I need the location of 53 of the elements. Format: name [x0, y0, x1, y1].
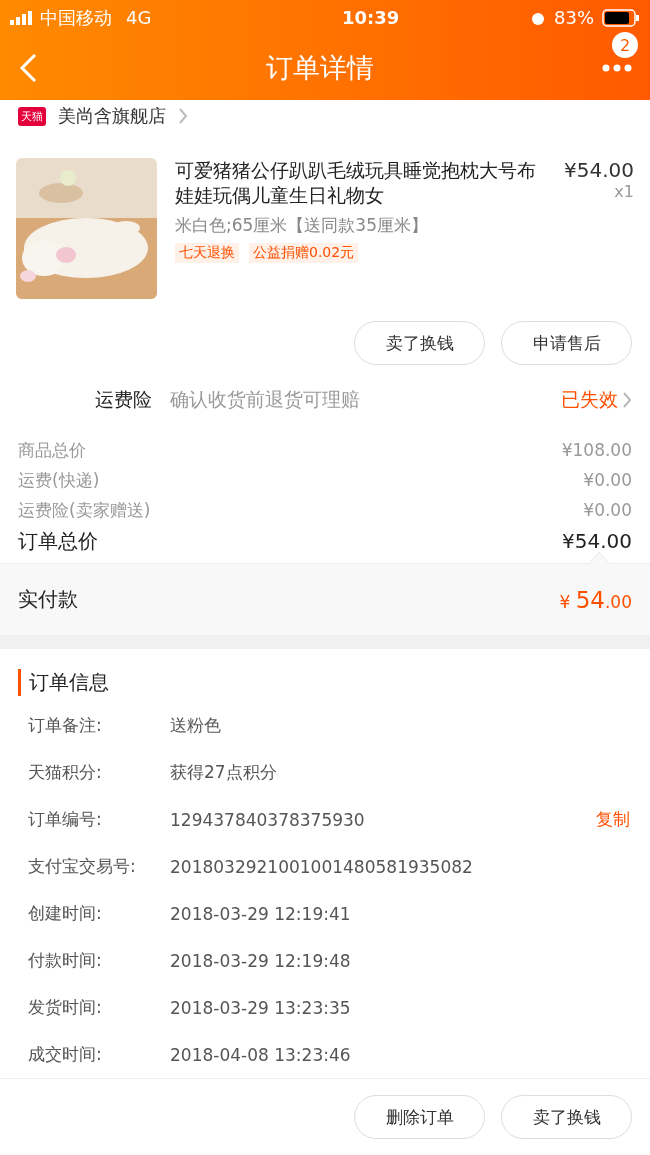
chevron-icon [622, 391, 632, 410]
info-value: 2018-03-29 13:23:35 [170, 997, 352, 1018]
clock: 10:39 [341, 7, 400, 28]
paid-amount: ¥ 54.00 [559, 586, 632, 613]
summary-label: 运费险(卖家赠送) [18, 498, 151, 522]
info-value: 2018-03-29 12:19:48 [170, 950, 352, 971]
battery-percent: 83% [554, 7, 594, 28]
network-type: 4G [126, 7, 152, 28]
summary-label: 订单总价 [18, 527, 98, 555]
notification-badge: 2 [612, 32, 638, 58]
paid-label: 实付款 [18, 586, 78, 614]
info-label: 发货时间: [28, 996, 103, 1020]
page-title: 订单详情 [266, 50, 374, 85]
product-price: ¥54.00 [564, 158, 634, 182]
info-value: 送粉色 [170, 714, 222, 738]
signal-icon [10, 10, 32, 25]
info-label: 付款时间: [28, 949, 103, 973]
info-value: 2018032921001001480581935082 [170, 856, 474, 877]
store-tag: 天猫 [18, 106, 46, 126]
product-quantity: x1 [614, 182, 634, 201]
summary-label: 商品总价 [18, 438, 86, 462]
info-label: 成交时间: [28, 1043, 103, 1067]
insurance-description: 确认收货前退货可理赔 [170, 387, 361, 413]
battery-icon [602, 8, 640, 27]
info-label: 支付宝交易号: [28, 855, 137, 879]
carrier: 中国移动 [40, 5, 112, 30]
info-value: 2018-03-29 12:19:41 [170, 903, 352, 924]
more-icon[interactable] [602, 63, 632, 72]
info-label: 订单编号: [28, 808, 103, 832]
action-button[interactable]: 卖了换钱 [354, 321, 485, 365]
store-name[interactable]: 美尚含旗舰店 [58, 104, 166, 128]
product-spec: 米白色;65厘米【送同款35厘米】 [175, 214, 429, 237]
info-value: 获得27点积分 [170, 761, 278, 785]
back-icon[interactable] [18, 52, 38, 83]
product-title[interactable]: 可爱猪猪公仔趴趴毛绒玩具睡觉抱枕大号布娃娃玩偶儿童生日礼物女 [175, 158, 536, 208]
service-tag: 公益捐赠0.02元 [249, 243, 359, 263]
insurance-label: 运费险 [95, 387, 152, 413]
action-button[interactable]: 卖了换钱 [501, 1095, 632, 1139]
info-label: 创建时间: [28, 902, 103, 926]
service-tag: 七天退换 [175, 243, 239, 263]
summary-label: 运费(快递) [18, 468, 100, 492]
action-button[interactable]: 删除订单 [354, 1095, 485, 1139]
summary-value: ¥0.00 [583, 470, 632, 491]
info-label: 订单备注: [28, 714, 103, 738]
info-value: 2018-04-08 13:23:46 [170, 1044, 352, 1065]
action-button[interactable]: 申请售后 [501, 321, 632, 365]
info-label: 天猫积分: [28, 761, 103, 785]
summary-value: ¥0.00 [583, 500, 632, 521]
summary-value: ¥54.00 [562, 529, 632, 554]
summary-value: ¥108.00 [561, 440, 632, 461]
chevron-icon [178, 107, 188, 125]
section-title: 订单信息 [18, 669, 650, 697]
info-value: 129437840378375930 [170, 809, 366, 830]
